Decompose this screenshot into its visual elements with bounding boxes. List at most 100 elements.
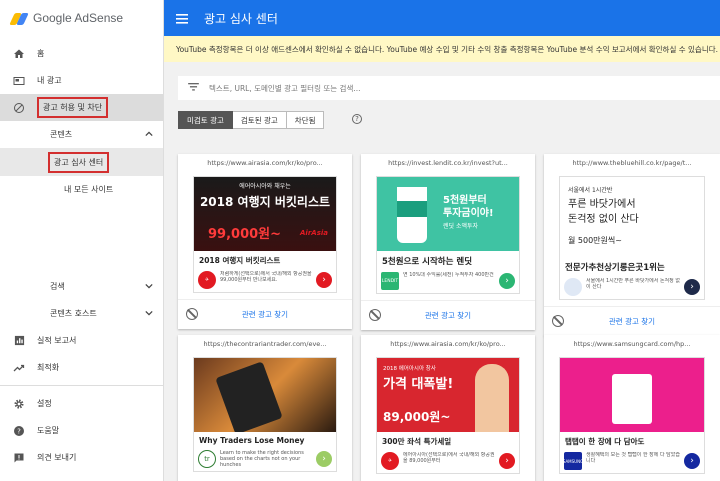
logo-text: Google AdSense bbox=[33, 11, 124, 25]
ad-url: https://invest.lendit.co.kr/invest?ut... bbox=[388, 159, 508, 167]
ad-headline: 전문가추천상기롱은곳1위는 bbox=[565, 263, 665, 273]
sidebar-item-label: 최적화 bbox=[37, 363, 60, 372]
trending-icon bbox=[12, 361, 26, 375]
sidebar-item-ad-review-center[interactable]: 광고 심사 센터 bbox=[0, 148, 163, 176]
sidebar-item-content-host[interactable]: 콘텐츠 호스트 bbox=[0, 300, 163, 327]
sidebar-item-search[interactable]: 검색 bbox=[0, 273, 163, 300]
sidebar-item-content[interactable]: 콘텐츠 bbox=[0, 121, 163, 148]
block-ad-icon[interactable] bbox=[552, 315, 564, 327]
contrarian-trader-logo: tr bbox=[198, 450, 216, 468]
sidebar-item-label: 설정 bbox=[37, 399, 52, 408]
sidebar-item-label: 콘텐츠 호스트 bbox=[50, 309, 97, 318]
airasia-logo-icon: ✈ bbox=[198, 271, 216, 289]
feedback-icon bbox=[12, 451, 26, 465]
sidebar-item-label: 내 광고 bbox=[37, 76, 62, 85]
sidebar-divider bbox=[0, 385, 163, 386]
samsung-logo-icon: SAMSUNG bbox=[563, 452, 583, 470]
chevron-right-icon[interactable]: › bbox=[684, 279, 700, 295]
page-title: 광고 심사 센터 bbox=[204, 11, 278, 26]
chevron-right-icon[interactable]: › bbox=[684, 453, 700, 469]
youtube-notice-banner: YouTube 측정항목은 더 이상 애드센스에서 확인하실 수 없습니다. Y… bbox=[164, 36, 720, 62]
sidebar-item-label: 도움말 bbox=[37, 426, 60, 435]
help-icon: ? bbox=[12, 424, 26, 438]
chevron-right-icon[interactable]: › bbox=[499, 453, 515, 469]
sidebar-item-label: 실적 보고서 bbox=[37, 336, 77, 345]
chevron-down-icon bbox=[145, 309, 153, 319]
help-icon[interactable]: ? bbox=[352, 114, 362, 124]
ad-preview[interactable]: 에어아시아와 채우는 2018 여행지 버킷리스트 99,000원~ AirAs… bbox=[193, 176, 337, 293]
ad-headline: 5천원으로 시작하는 렌딧 bbox=[382, 257, 473, 267]
svg-text:?: ? bbox=[17, 427, 21, 435]
tab-blocked[interactable]: 차단됨 bbox=[286, 111, 325, 129]
chevron-right-icon[interactable]: › bbox=[499, 273, 515, 289]
menu-icon[interactable] bbox=[176, 9, 188, 28]
ad-card[interactable]: https://thecontrariantrader.com/eve... W… bbox=[178, 335, 352, 481]
search-input[interactable]: 텍스트, URL, 도메인별 광고 필터링 또는 검색... bbox=[209, 83, 361, 94]
bar-chart-icon bbox=[12, 334, 26, 348]
tab-reviewed[interactable]: 검토된 광고 bbox=[232, 111, 287, 129]
sidebar-item-allow-block[interactable]: 광고 허용 및 차단 bbox=[0, 94, 163, 121]
model-photo bbox=[475, 364, 509, 432]
ad-description: 서울에서 1시간반 푸른 바닷가에서 돈걱정 없이 산다 bbox=[586, 278, 680, 290]
sidebar-item-label: 광고 심사 센터 bbox=[48, 151, 110, 173]
chevron-right-icon[interactable]: › bbox=[316, 272, 332, 288]
ad-card[interactable]: https://www.samsungcard.com/hp... 탭탭이 한 … bbox=[544, 335, 720, 481]
ad-url: https://www.samsungcard.com/hp... bbox=[573, 340, 691, 348]
ad-url: https://www.airasia.com/kr/ko/pro... bbox=[390, 340, 506, 348]
ad-headline: 2018 여행지 버킷리스트 bbox=[199, 256, 281, 265]
block-ad-icon[interactable] bbox=[369, 309, 381, 321]
sidebar-item-label: 홈 bbox=[37, 49, 45, 58]
sidebar-item-home[interactable]: 홈 bbox=[0, 40, 163, 67]
ads-icon bbox=[12, 74, 26, 88]
home-icon bbox=[12, 47, 26, 61]
chevron-up-icon bbox=[145, 130, 153, 140]
ad-headline: 탭탭이 한 장에 다 담아도 bbox=[565, 437, 645, 446]
airasia-logo-icon: ✈ bbox=[381, 452, 399, 470]
ad-url: https://thecontrariantrader.com/eve... bbox=[203, 340, 327, 348]
find-related-ads-link[interactable]: 관련 광고 찾기 bbox=[361, 310, 535, 321]
adsense-logo[interactable]: Google AdSense bbox=[0, 0, 163, 36]
ad-preview[interactable]: 2018 에어아시아 창사 가격 대폭발! 89,000원~ 300만 좌석 특… bbox=[376, 357, 520, 474]
ad-card[interactable]: https://www.airasia.com/kr/ko/pro... 에어아… bbox=[178, 154, 352, 329]
find-related-ads-link[interactable]: 관련 광고 찾기 bbox=[544, 316, 720, 327]
ad-image: 에어아시아와 채우는 2018 여행지 버킷리스트 99,000원~ AirAs… bbox=[194, 177, 336, 251]
review-status-tabs: 미검토 광고 검토된 광고 차단됨 bbox=[178, 111, 325, 129]
sidebar-item-settings[interactable]: 설정 bbox=[0, 390, 163, 417]
sidebar-item-label: 콘텐츠 bbox=[50, 130, 73, 139]
ad-preview[interactable]: 서울에서 1시간반 푸른 바닷가에서 돈걱정 없이 산다 월 500만원씩~ 전… bbox=[559, 176, 705, 300]
top-app-bar: 광고 심사 센터 bbox=[164, 0, 720, 36]
ad-image bbox=[560, 358, 704, 432]
sidebar-item-help[interactable]: ? 도움말 bbox=[0, 417, 163, 444]
ad-headline: Why Traders Lose Money bbox=[199, 436, 305, 445]
sidebar-item-optimization[interactable]: 최적화 bbox=[0, 354, 163, 381]
ad-card[interactable]: https://www.airasia.com/kr/ko/pro... 201… bbox=[361, 335, 535, 481]
airasia-logo: AirAsia bbox=[300, 229, 328, 237]
ad-preview[interactable]: 탭탭이 한 장에 다 담아도 SAMSUNG 생활혜택의 모든 것 탭탭이 한 … bbox=[559, 357, 705, 474]
ad-headline: 300만 좌석 특가세일 bbox=[382, 437, 452, 446]
ad-card[interactable]: https://invest.lendit.co.kr/invest?ut...… bbox=[361, 154, 535, 330]
sidebar-item-reports[interactable]: 실적 보고서 bbox=[0, 327, 163, 354]
block-ad-icon[interactable] bbox=[186, 308, 198, 320]
ad-image: 서울에서 1시간반 푸른 바닷가에서 돈걱정 없이 산다 월 500만원씩~ bbox=[560, 177, 704, 257]
bluehill-logo-icon bbox=[564, 278, 582, 296]
sidebar-item-my-ads[interactable]: 내 광고 bbox=[0, 67, 163, 94]
block-icon bbox=[12, 101, 26, 115]
filter-icon[interactable] bbox=[188, 83, 199, 93]
find-related-ads-link[interactable]: 관련 광고 찾기 bbox=[178, 309, 352, 320]
filter-bar[interactable]: 텍스트, URL, 도메인별 광고 필터링 또는 검색... bbox=[178, 76, 720, 100]
phone-graphic bbox=[215, 361, 283, 432]
tab-unreviewed[interactable]: 미검토 광고 bbox=[178, 111, 233, 129]
sidebar-item-label: 내 모든 사이트 bbox=[64, 185, 114, 194]
ad-card[interactable]: http://www.thebluehill.co.kr/page/t... 서… bbox=[544, 154, 720, 336]
ad-description: Learn to make the right decisions based … bbox=[220, 450, 304, 468]
sidebar: Google AdSense 홈 내 광고 광고 허용 및 차단 콘텐츠 광고 … bbox=[0, 0, 164, 481]
sidebar-item-all-sites[interactable]: 내 모든 사이트 bbox=[0, 176, 163, 203]
ad-description: 저렴하게(선택으로)에서 국내/해외 항공권을 99,000원부터 만나보세요. bbox=[220, 271, 312, 283]
sidebar-item-label: 의견 보내기 bbox=[37, 453, 77, 462]
chevron-right-icon[interactable]: › bbox=[316, 451, 332, 467]
sidebar-item-feedback[interactable]: 의견 보내기 bbox=[0, 444, 163, 471]
ad-image bbox=[194, 358, 336, 432]
ad-preview[interactable]: Why Traders Lose Money tr Learn to make … bbox=[193, 357, 337, 472]
ad-description: 에어아시아(선택으로)에서 국내/해외 항공권을 89,000원부터 bbox=[403, 452, 495, 464]
ad-preview[interactable]: 5천원부터 투자금이야! 렌딧 소액투자 5천원으로 시작하는 렌딧 LENDI… bbox=[376, 176, 520, 294]
